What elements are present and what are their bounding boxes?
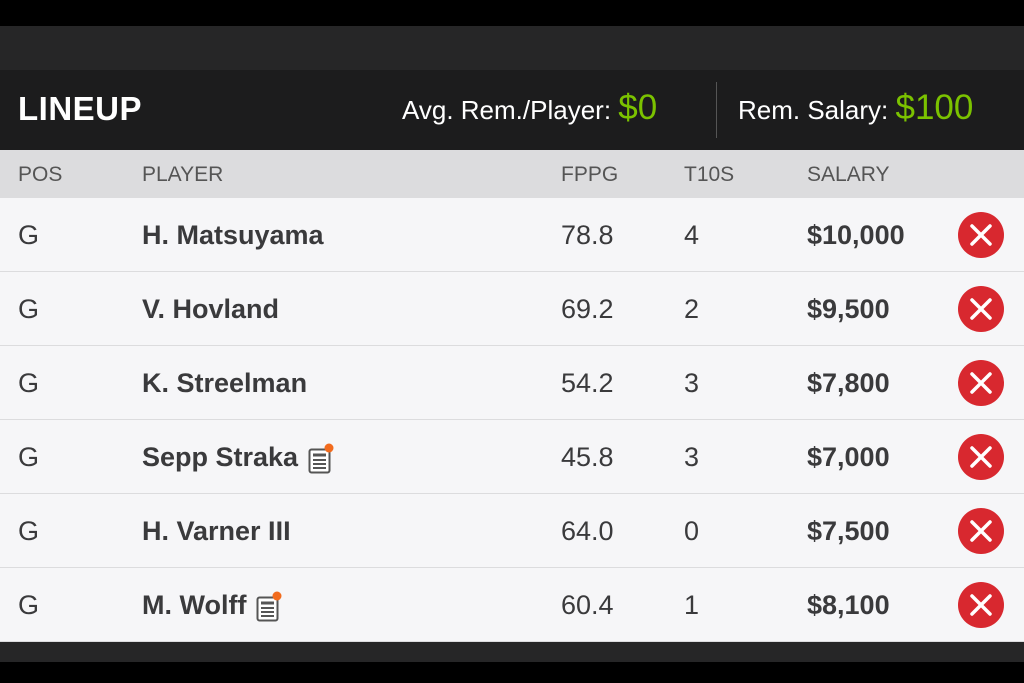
player-cell[interactable]: H. Matsuyama: [142, 220, 324, 251]
col-fppg[interactable]: FPPG: [561, 163, 618, 187]
remove-x-icon: [970, 520, 992, 542]
avg-remaining-per-player: Avg. Rem./Player: $0: [402, 88, 657, 128]
remove-player-button[interactable]: [958, 360, 1004, 406]
t10s-cell: 3: [684, 368, 700, 398]
fppg-cell: 78.8: [561, 220, 614, 250]
col-pos[interactable]: POS: [18, 163, 62, 187]
top-bar: [0, 0, 1024, 26]
pos-cell: G: [18, 442, 40, 472]
remove-x-icon: [970, 446, 992, 468]
remove-player-button[interactable]: [958, 286, 1004, 332]
salary-cell: $7,800: [807, 368, 890, 398]
salary-cell: $7,000: [807, 442, 890, 472]
fppg-cell: 64.0: [561, 516, 614, 546]
t10s-cell: 2: [684, 294, 700, 324]
remove-player-button[interactable]: [958, 434, 1004, 480]
salary-cell: $9,500: [807, 294, 890, 324]
remaining-salary: Rem. Salary: $100: [738, 88, 973, 128]
bottom-strip: [0, 642, 1024, 662]
salary-cell: $8,100: [807, 590, 890, 620]
col-salary[interactable]: SALARY: [807, 163, 890, 187]
player-cell[interactable]: H. Varner III: [142, 516, 291, 547]
remove-x-icon: [970, 594, 992, 616]
t10s-cell: 3: [684, 442, 700, 472]
pos-cell: G: [18, 590, 40, 620]
salary-cell: $7,500: [807, 516, 890, 546]
remove-player-button[interactable]: [958, 582, 1004, 628]
player-news-icon[interactable]: [256, 591, 282, 621]
column-header-row: POS PLAYER FPPG T10S SALARY: [0, 150, 1024, 198]
player-cell[interactable]: V. Hovland: [142, 294, 279, 325]
remove-x-icon: [970, 298, 992, 320]
lineup-row[interactable]: G V. Hovland 69.2 2 $9,500: [0, 272, 1024, 346]
lineup-row[interactable]: G K. Streelman 54.2 3 $7,800: [0, 346, 1024, 420]
lineup-table: G H. Matsuyama 78.8 4 $10,000 G V. Hovla…: [0, 198, 1024, 642]
avg-remaining-value: $0: [618, 88, 658, 127]
player-name[interactable]: M. Wolff: [142, 590, 246, 621]
lineup-row[interactable]: G M. Wolff 60.4 1 $8,100: [0, 568, 1024, 642]
player-name[interactable]: H. Matsuyama: [142, 220, 324, 251]
pos-cell: G: [18, 516, 40, 546]
player-name[interactable]: H. Varner III: [142, 516, 291, 547]
player-name[interactable]: K. Streelman: [142, 368, 307, 399]
lineup-header: LINEUP Avg. Rem./Player: $0 Rem. Salary:…: [0, 70, 1024, 150]
col-t10s[interactable]: T10S: [684, 163, 734, 187]
player-name[interactable]: V. Hovland: [142, 294, 279, 325]
remove-x-icon: [970, 372, 992, 394]
header-divider: [716, 82, 717, 138]
lineup-row[interactable]: G H. Varner III 64.0 0 $7,500: [0, 494, 1024, 568]
lineup-row[interactable]: G H. Matsuyama 78.8 4 $10,000: [0, 198, 1024, 272]
col-player[interactable]: PLAYER: [142, 163, 223, 187]
avg-remaining-label: Avg. Rem./Player:: [402, 95, 619, 125]
player-cell[interactable]: K. Streelman: [142, 368, 307, 399]
remove-player-button[interactable]: [958, 212, 1004, 258]
fppg-cell: 45.8: [561, 442, 614, 472]
remaining-salary-value: $100: [895, 88, 974, 127]
player-cell[interactable]: Sepp Straka: [142, 442, 334, 473]
lineup-title: LINEUP: [18, 90, 143, 127]
pos-cell: G: [18, 368, 40, 398]
pos-cell: G: [18, 294, 40, 324]
remove-player-button[interactable]: [958, 508, 1004, 554]
remaining-salary-label: Rem. Salary:: [738, 95, 896, 125]
t10s-cell: 0: [684, 516, 700, 546]
pos-cell: G: [18, 220, 40, 250]
fppg-cell: 60.4: [561, 590, 614, 620]
top-strip: [0, 26, 1024, 70]
salary-cell: $10,000: [807, 220, 905, 250]
t10s-cell: 4: [684, 220, 700, 250]
fppg-cell: 54.2: [561, 368, 614, 398]
t10s-cell: 1: [684, 590, 700, 620]
player-news-icon[interactable]: [308, 443, 334, 473]
player-cell[interactable]: M. Wolff: [142, 590, 282, 621]
player-name[interactable]: Sepp Straka: [142, 442, 298, 473]
remove-x-icon: [970, 224, 992, 246]
fppg-cell: 69.2: [561, 294, 614, 324]
lineup-row[interactable]: G Sepp Straka 45.8 3 $7,000: [0, 420, 1024, 494]
bottom-bar: [0, 662, 1024, 683]
